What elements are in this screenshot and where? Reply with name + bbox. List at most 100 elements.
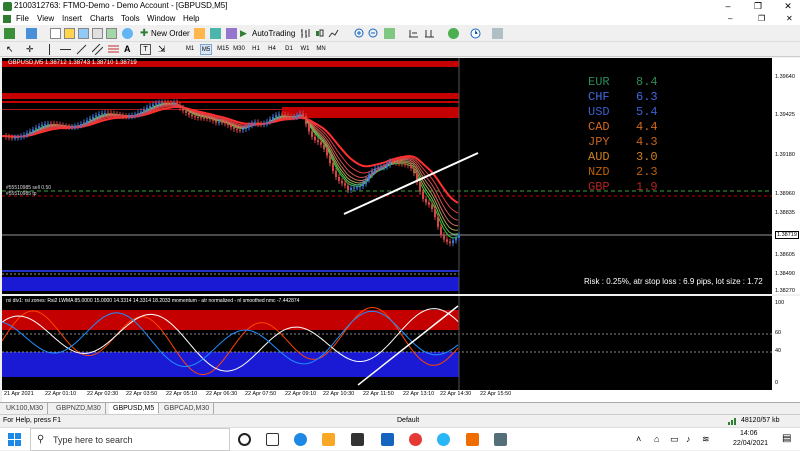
calculator-icon[interactable]: [494, 433, 507, 446]
arrows-icon[interactable]: ⇲: [158, 44, 169, 55]
menu-charts[interactable]: Charts: [90, 14, 114, 23]
timeframe-h4[interactable]: H4: [266, 44, 278, 55]
profiles-icon[interactable]: [26, 28, 37, 39]
candle-body: [263, 123, 265, 125]
bar-chart-icon[interactable]: [300, 28, 311, 39]
clock-date[interactable]: 22/04/2021: [733, 440, 768, 447]
restore-button[interactable]: ❐: [748, 0, 768, 13]
tray-chevron-icon[interactable]: ˄: [636, 434, 641, 444]
candle-body: [449, 241, 451, 244]
candlestick-icon[interactable]: [314, 28, 325, 39]
price-label: 1.39180: [775, 152, 795, 158]
timeframe-m5[interactable]: M5: [200, 44, 212, 55]
battery-icon[interactable]: ▭: [670, 434, 679, 445]
strength-value-cad: 4.4: [636, 120, 658, 134]
cortana-icon[interactable]: [238, 433, 251, 446]
mail-icon[interactable]: [381, 433, 394, 446]
cursor-icon[interactable]: ↖: [6, 44, 17, 55]
autotrading-button[interactable]: AutoTrading: [252, 29, 295, 38]
candle-body: [158, 102, 160, 104]
notifications-icon[interactable]: ▤: [782, 433, 791, 444]
market-watch-icon[interactable]: [50, 28, 61, 39]
menu-file[interactable]: File: [16, 14, 29, 23]
timeframe-mn[interactable]: MN: [314, 44, 328, 55]
candle-body: [398, 162, 400, 164]
timeframe-h1[interactable]: H1: [250, 44, 262, 55]
candle-body: [137, 113, 139, 115]
network-icon[interactable]: ⌂: [654, 434, 659, 444]
taskbar-search-box[interactable]: ⚲ Type here to search: [30, 428, 230, 451]
volume-icon[interactable]: ♪: [686, 434, 691, 444]
terminal-icon[interactable]: [92, 28, 103, 39]
task-view-icon[interactable]: [266, 433, 279, 446]
minimize-button[interactable]: –: [718, 0, 738, 13]
candle-body: [245, 127, 247, 129]
periods-icon[interactable]: [470, 28, 481, 39]
tab-gbpcad[interactable]: GBPCAD,M30: [160, 403, 215, 414]
menu-help[interactable]: Help: [183, 14, 199, 23]
tile-windows-icon[interactable]: [384, 28, 395, 39]
child-restore-button[interactable]: ❐: [758, 14, 765, 23]
menu-window[interactable]: Window: [147, 14, 175, 23]
data-window-icon[interactable]: [64, 28, 75, 39]
timeframe-m30[interactable]: M30: [232, 44, 246, 55]
menu-insert[interactable]: Insert: [62, 14, 82, 23]
telegram-icon[interactable]: [437, 433, 450, 446]
child-close-button[interactable]: ✕: [786, 14, 793, 23]
meta-editor-icon[interactable]: [122, 28, 133, 39]
tab-gbpusd[interactable]: GBPUSD,M5: [109, 403, 160, 414]
wifi-icon[interactable]: ≋: [702, 434, 710, 445]
store-icon[interactable]: [351, 433, 364, 446]
auto-scroll-icon[interactable]: [408, 28, 419, 39]
meta-quotes-icon[interactable]: [194, 28, 205, 39]
fibonacci-icon[interactable]: [108, 44, 119, 55]
clock-time[interactable]: 14:06: [740, 430, 758, 437]
windows-start-icon[interactable]: [8, 433, 22, 447]
candle-body: [383, 166, 385, 168]
tab-uk100[interactable]: UK100,M30: [2, 403, 48, 414]
close-button[interactable]: ✕: [778, 0, 798, 13]
strategy-tester-icon[interactable]: [106, 28, 117, 39]
candle-body: [134, 114, 136, 116]
price-axis[interactable]: 1.39640 1.39425 1.39180 1.38960 1.38835 …: [772, 58, 800, 294]
new-order-button[interactable]: New Order: [151, 29, 190, 38]
price-chart[interactable]: GBPUSD,M5 1.38712 1.38743 1.38710 1.3871…: [2, 58, 772, 294]
menu-tools[interactable]: Tools: [121, 14, 140, 23]
text-label-icon[interactable]: T: [140, 44, 151, 55]
indicators-icon[interactable]: [448, 28, 459, 39]
new-chart-icon[interactable]: [4, 28, 15, 39]
market-icon[interactable]: [210, 28, 221, 39]
candle-body: [80, 124, 82, 126]
trendline-icon[interactable]: [76, 44, 87, 55]
crosshair-icon[interactable]: ✛: [26, 44, 37, 55]
channel-icon[interactable]: [91, 43, 104, 56]
timeframe-d1[interactable]: D1: [283, 44, 295, 55]
candle-body: [371, 171, 373, 176]
menu-view[interactable]: View: [37, 14, 54, 23]
tab-gbpnzd[interactable]: GBPNZD,M30: [52, 403, 106, 414]
zoom-in-icon[interactable]: [354, 28, 365, 39]
chart-shift-icon[interactable]: [424, 28, 435, 39]
chrome-icon[interactable]: [409, 433, 422, 446]
timeframe-m15[interactable]: M15: [216, 44, 230, 55]
candle-body: [167, 102, 169, 104]
child-minimize-button[interactable]: –: [728, 14, 732, 23]
rsi-indicator-window[interactable]: rsi div1: rsi zones: Rsi2 LWMA 85.0000 1…: [2, 296, 772, 390]
candle-body: [365, 179, 367, 184]
templates-icon[interactable]: [492, 28, 503, 39]
edge-icon[interactable]: [294, 433, 307, 446]
horizontal-line-icon[interactable]: [60, 44, 71, 55]
timeframe-m1[interactable]: M1: [184, 44, 196, 55]
candle-body: [161, 102, 163, 104]
signals-icon[interactable]: [226, 28, 237, 39]
navigator-icon[interactable]: [78, 28, 89, 39]
risk-text: Risk : 0.25%, atr stop loss : 6.9 pips, …: [584, 277, 763, 286]
file-explorer-icon[interactable]: [322, 433, 335, 446]
zoom-out-icon[interactable]: [368, 28, 379, 39]
candle-body: [404, 163, 406, 165]
vertical-line-icon[interactable]: [44, 44, 55, 55]
line-chart-icon[interactable]: [328, 28, 339, 39]
timeframe-w1[interactable]: W1: [299, 44, 311, 55]
metatrader-icon[interactable]: [466, 433, 479, 446]
text-tool-icon[interactable]: A: [124, 44, 135, 55]
